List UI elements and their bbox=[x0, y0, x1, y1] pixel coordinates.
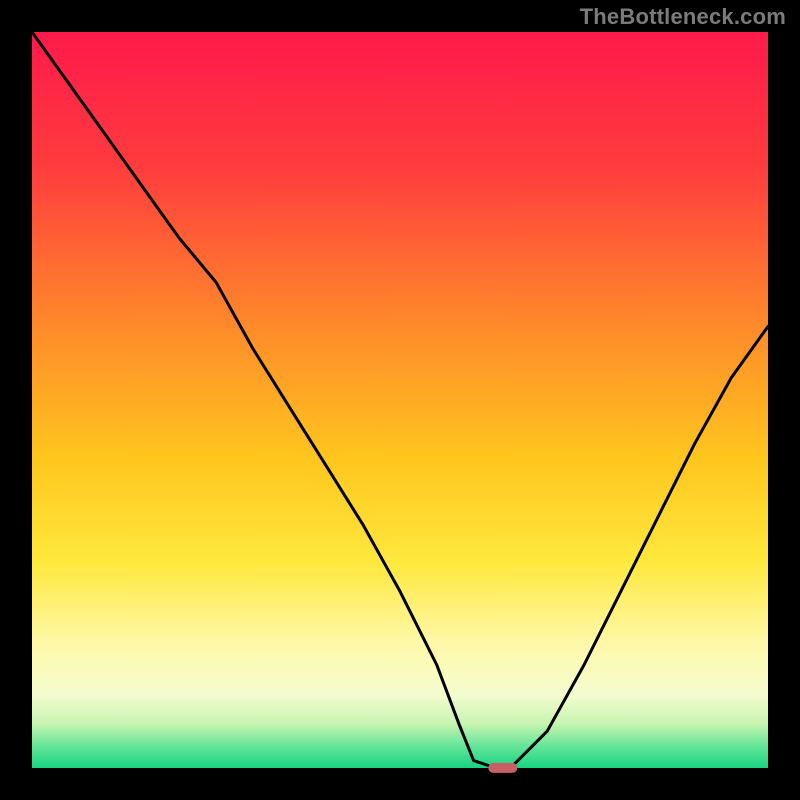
chart-frame: TheBottleneck.com bbox=[0, 0, 800, 800]
plot-area bbox=[32, 32, 768, 768]
watermark-text: TheBottleneck.com bbox=[580, 6, 786, 28]
bottleneck-curve bbox=[32, 32, 768, 768]
line-chart bbox=[32, 32, 768, 768]
optimal-marker bbox=[488, 763, 517, 773]
